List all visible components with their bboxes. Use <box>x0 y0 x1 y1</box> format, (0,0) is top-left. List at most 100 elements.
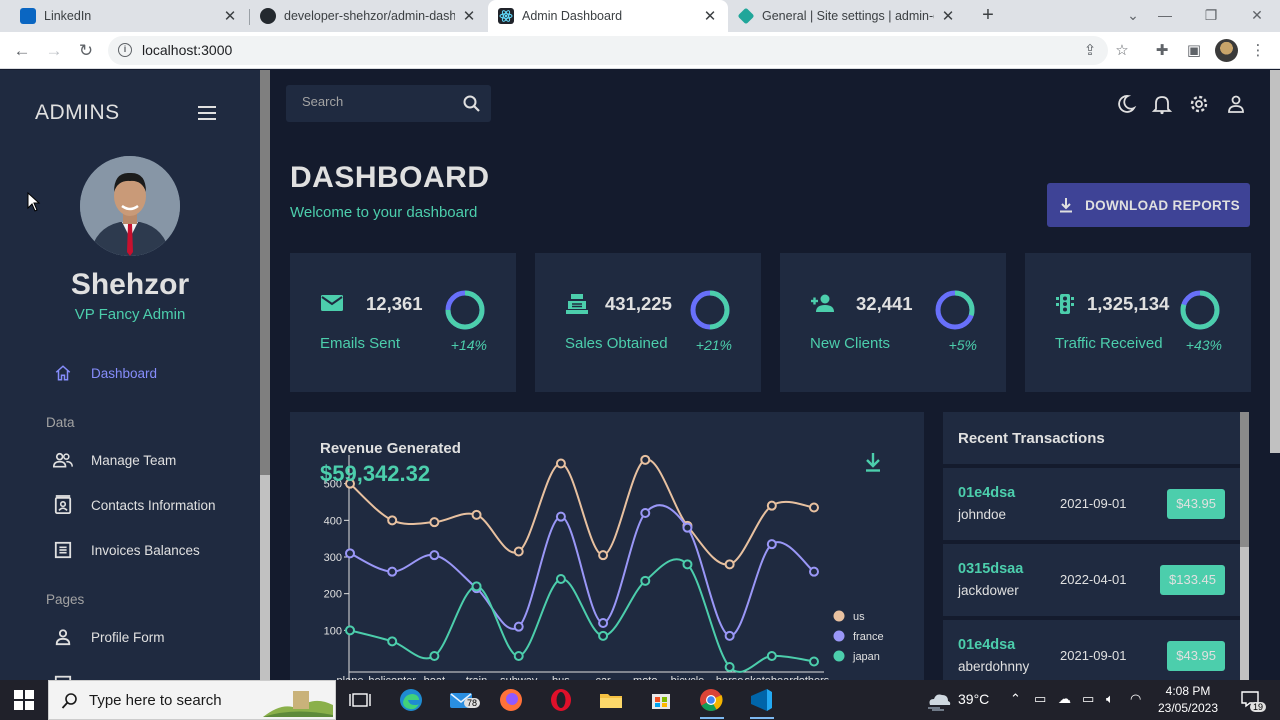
notifications-icon[interactable] <box>1151 93 1173 115</box>
dark-mode-icon[interactable] <box>1115 93 1137 115</box>
data-point[interactable] <box>682 559 693 570</box>
data-point[interactable] <box>387 566 398 577</box>
tab-linkedin[interactable]: LinkedIn ✕ <box>10 0 248 32</box>
close-window-button[interactable]: ✕ <box>1234 0 1280 32</box>
data-point[interactable] <box>598 630 609 641</box>
data-point[interactable] <box>766 651 777 661</box>
sidebar-item-invoices[interactable]: Invoices Balances <box>52 537 200 563</box>
close-icon[interactable]: ✕ <box>940 7 956 25</box>
data-point[interactable] <box>640 575 651 586</box>
address-bar[interactable]: i localhost:3000 <box>108 36 1108 65</box>
data-point[interactable] <box>598 550 609 561</box>
tray-overflow-icon[interactable]: ⌃ <box>1010 691 1021 707</box>
tab-github[interactable]: developer-shehzor/admin-dashb ✕ <box>250 0 487 32</box>
sidebar-scrollbar[interactable] <box>260 70 270 680</box>
tab-admin-dashboard[interactable]: Admin Dashboard ✕ <box>488 0 728 32</box>
data-point[interactable] <box>513 621 524 632</box>
page-scrollbar[interactable] <box>1270 70 1280 680</box>
data-point[interactable] <box>471 509 482 520</box>
data-point[interactable] <box>429 550 440 561</box>
data-point[interactable] <box>429 517 440 528</box>
meet-now-icon[interactable]: ▭ <box>1034 691 1046 707</box>
task-view-icon[interactable] <box>346 686 374 714</box>
site-info-icon[interactable]: i <box>118 43 132 57</box>
search-icon[interactable] <box>462 94 482 114</box>
data-point[interactable] <box>387 636 398 647</box>
download-reports-button[interactable]: DOWNLOAD REPORTS <box>1047 183 1250 227</box>
taskbar-clock[interactable]: 4:08 PM 23/05/2023 <box>1156 683 1220 717</box>
data-point[interactable] <box>471 581 482 592</box>
data-point[interactable] <box>766 539 777 550</box>
transaction-row: 01e4dsa johndoe 2021-09-01 $43.95 <box>943 468 1240 540</box>
data-point[interactable] <box>640 508 651 518</box>
data-point[interactable] <box>809 502 819 513</box>
wifi-icon[interactable]: ◠ <box>1130 691 1141 707</box>
data-point[interactable] <box>555 511 566 522</box>
data-point[interactable] <box>809 566 819 577</box>
point-of-sale-icon <box>565 293 589 315</box>
download-icon[interactable] <box>863 451 883 473</box>
edge-browser-icon[interactable] <box>397 686 425 714</box>
windows-start-icon[interactable] <box>14 690 34 710</box>
data-point[interactable] <box>555 574 566 584</box>
back-icon[interactable]: ← <box>10 39 34 63</box>
bookmark-star-icon[interactable]: ☆ <box>1110 39 1134 63</box>
minimize-button[interactable]: — <box>1142 0 1188 32</box>
data-point[interactable] <box>809 656 819 667</box>
restore-button[interactable]: ❐ <box>1188 0 1234 32</box>
forward-icon[interactable]: → <box>42 39 66 63</box>
page-subtitle: Welcome to your dashboard <box>290 204 478 221</box>
sidebar-item-profile-form[interactable]: Profile Form <box>52 624 165 650</box>
data-point[interactable] <box>513 651 524 661</box>
chrome-icon[interactable] <box>697 686 725 714</box>
profile-avatar-icon[interactable] <box>1215 39 1238 62</box>
reload-icon[interactable]: ↻ <box>74 39 98 63</box>
chrome-menu-icon[interactable]: ⋮ <box>1246 39 1270 63</box>
vscode-icon[interactable] <box>747 686 775 714</box>
settings-gear-icon[interactable] <box>1188 93 1210 115</box>
transactions-scrollbar-thumb[interactable] <box>1240 412 1249 547</box>
close-icon[interactable]: ✕ <box>222 7 238 25</box>
taskbar-search-box[interactable]: Type here to search <box>48 680 336 720</box>
search-input[interactable] <box>302 94 452 109</box>
data-point[interactable] <box>345 548 355 559</box>
data-point[interactable] <box>555 458 566 469</box>
weather-icon[interactable] <box>926 689 952 711</box>
close-icon[interactable]: ✕ <box>702 7 718 25</box>
account-icon[interactable] <box>1225 93 1247 115</box>
transaction-user: jackdower <box>958 583 1019 598</box>
new-tab-button[interactable]: + <box>976 3 1000 27</box>
onedrive-icon[interactable]: ☁ <box>1058 691 1071 707</box>
sidebar-item-calendar[interactable] <box>52 670 91 680</box>
tab-site-settings[interactable]: General | Site settings | admin-da ✕ <box>728 0 966 32</box>
menu-toggle-icon[interactable] <box>198 106 216 120</box>
data-point[interactable] <box>766 500 777 511</box>
data-point[interactable] <box>345 625 355 636</box>
battery-icon[interactable]: ▭ <box>1082 691 1094 707</box>
data-point[interactable] <box>724 630 735 641</box>
volume-icon[interactable]: 🔈︎ <box>1106 691 1114 707</box>
transactions-header: Recent Transactions <box>943 412 1240 464</box>
data-point[interactable] <box>682 522 693 533</box>
data-point[interactable] <box>598 618 609 628</box>
data-point[interactable] <box>429 651 440 661</box>
transactions-scrollbar[interactable] <box>1240 412 1249 680</box>
microsoft-store-icon[interactable] <box>647 686 675 714</box>
sidebar-item-contacts[interactable]: Contacts Information <box>52 492 216 518</box>
data-point[interactable] <box>724 559 735 570</box>
extensions-icon[interactable]: ✚ <box>1150 39 1174 63</box>
sidebar-item-dashboard[interactable]: Dashboard <box>52 360 157 386</box>
file-explorer-icon[interactable] <box>597 686 625 714</box>
sidebar-scrollbar-thumb[interactable] <box>260 70 270 475</box>
data-point[interactable] <box>513 546 524 557</box>
page-scrollbar-thumb[interactable] <box>1270 70 1280 453</box>
firefox-icon[interactable] <box>497 686 525 714</box>
share-icon[interactable]: ⇪ <box>1078 39 1102 63</box>
close-icon[interactable]: ✕ <box>461 7 477 25</box>
sidebar-item-manage-team[interactable]: Manage Team <box>52 447 176 473</box>
opera-icon[interactable] <box>547 686 575 714</box>
data-point[interactable] <box>640 454 651 465</box>
side-panel-icon[interactable]: ▣ <box>1182 39 1206 63</box>
data-point[interactable] <box>724 662 735 672</box>
data-point[interactable] <box>387 515 398 526</box>
